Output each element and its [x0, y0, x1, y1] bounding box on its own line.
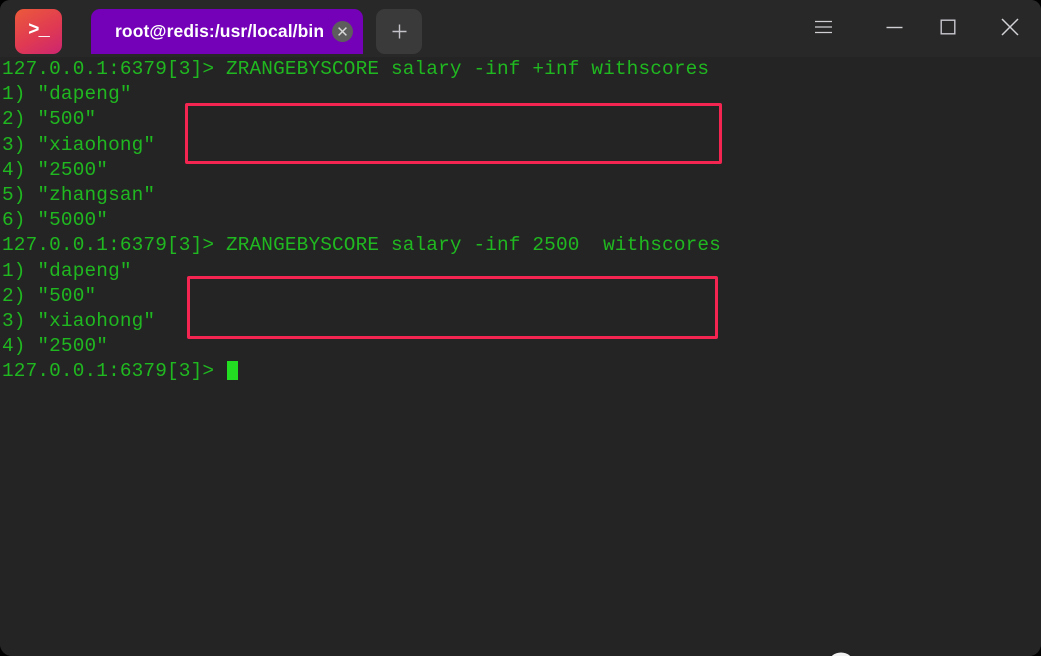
terminal-line: 4) "2500": [2, 335, 109, 358]
terminal-line: 127.0.0.1:6379[3]> ZRANGEBYSCORE salary …: [2, 234, 721, 257]
terminal-line: 5) "zhangsan": [2, 183, 156, 206]
terminal-window: >_ root@redis:/usr/local/bin 127.0.0.1:6…: [0, 0, 1041, 656]
terminal-line: 127.0.0.1:6379[3]> ZRANGEBYSCORE salary …: [2, 58, 710, 80]
watermark: 鹏大师运维: [828, 649, 991, 656]
terminal-line: 6) "5000": [2, 209, 109, 232]
terminal-line: 3) "xiaohong": [2, 309, 156, 332]
maximize-button[interactable]: [926, 9, 970, 45]
plus-icon: [392, 24, 406, 39]
terminal-output-area[interactable]: 127.0.0.1:6379[3]> ZRANGEBYSCORE salary …: [0, 57, 1041, 656]
hamburger-icon: [814, 20, 832, 34]
terminal-prompt-line: 127.0.0.1:6379[3]>: [0, 359, 1041, 384]
minimize-button[interactable]: [872, 9, 916, 45]
terminal-prompt-icon-glyph: >_: [28, 19, 50, 41]
window-close-button[interactable]: [988, 9, 1032, 45]
close-icon: [1001, 18, 1019, 36]
terminal-line: 4) "2500": [2, 158, 109, 181]
new-tab-button[interactable]: [376, 9, 422, 54]
close-icon[interactable]: [332, 21, 354, 42]
text-cursor: [226, 361, 238, 381]
terminal-prompt-text: 127.0.0.1:6379[3]>: [2, 360, 226, 383]
terminal-line: 2) "500": [2, 284, 97, 307]
wechat-icon: [831, 652, 851, 656]
minimize-icon: [886, 26, 902, 28]
terminal-line: 3) "xiaohong": [2, 133, 156, 156]
terminal-line: 2) "500": [2, 108, 97, 131]
menu-button[interactable]: [801, 9, 845, 45]
terminal-line: 1) "dapeng": [2, 259, 132, 282]
watermark-text: 鹏大师运维: [873, 649, 991, 656]
tab-title: root@redis:/usr/local/bin: [115, 21, 325, 41]
maximize-icon: [940, 19, 956, 35]
titlebar: >_ root@redis:/usr/local/bin: [0, 0, 1041, 57]
terminal-line: 1) "dapeng": [2, 83, 132, 106]
terminal-prompt-icon: >_: [15, 9, 62, 54]
terminal-lines: 127.0.0.1:6379[3]> ZRANGEBYSCORE salary …: [0, 57, 1041, 384]
tab-root-redis[interactable]: root@redis:/usr/local/bin: [91, 9, 364, 54]
